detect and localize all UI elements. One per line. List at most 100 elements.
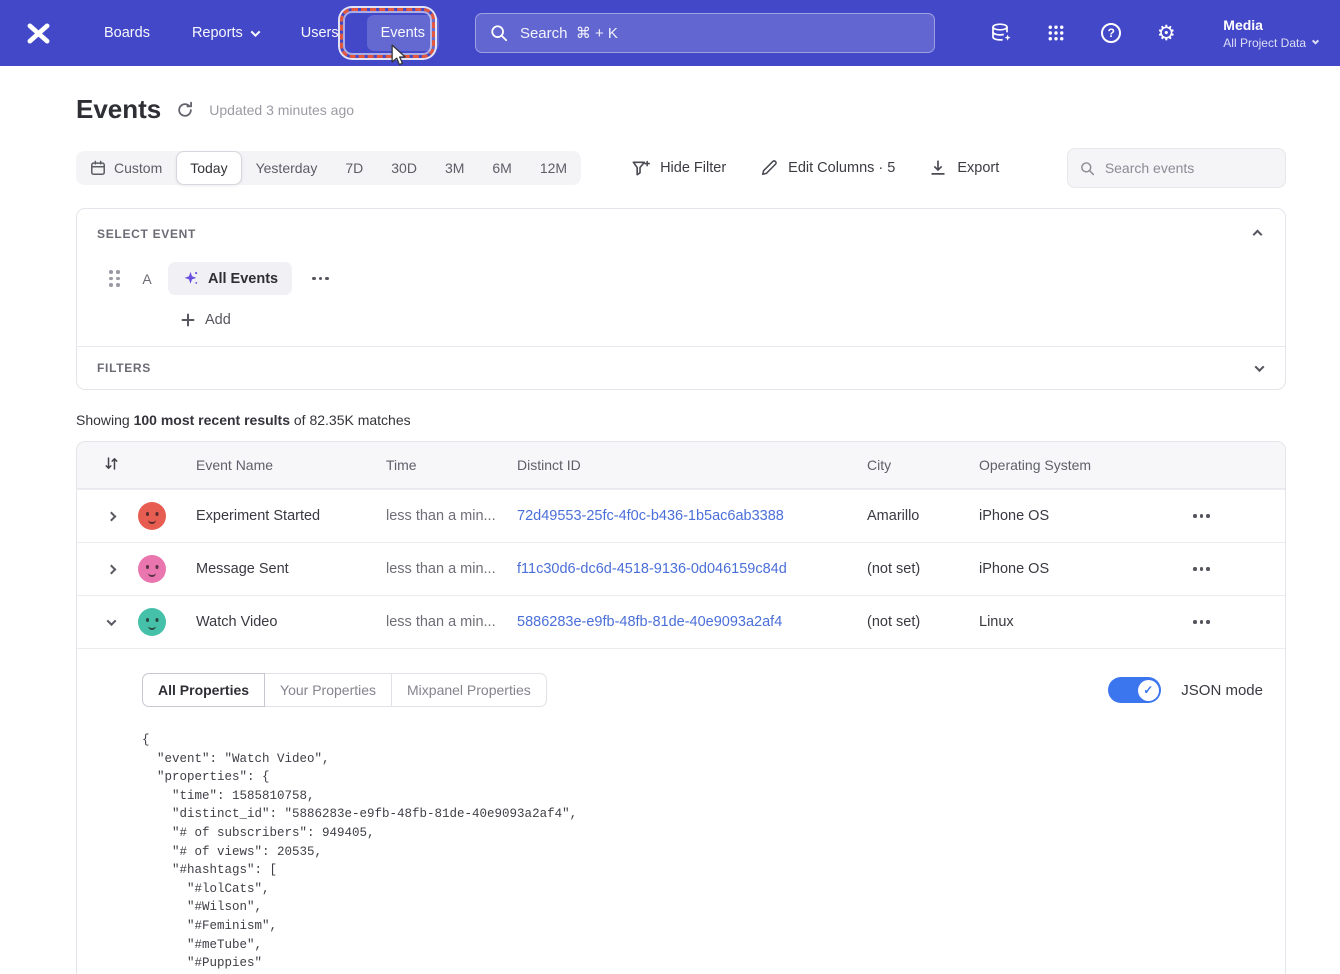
event-name-cell: Experiment Started — [196, 508, 386, 524]
mixpanel-logo[interactable] — [24, 21, 52, 45]
date-range-today[interactable]: Today — [176, 151, 241, 185]
apps-grid-icon[interactable] — [1044, 21, 1068, 45]
column-header-event-name[interactable]: Event Name — [196, 457, 386, 473]
chevron-right-icon — [106, 564, 116, 574]
json-mode-toggle[interactable]: ✓ — [1108, 677, 1161, 703]
hide-filter-button[interactable]: Hide Filter — [631, 159, 726, 178]
select-event-label: SELECT EVENT — [97, 227, 196, 241]
table-row[interactable]: Message Sent less than a min... f11c30d6… — [77, 542, 1285, 595]
event-query-row: A All Events — [109, 262, 1265, 295]
toggle-knob-check-icon: ✓ — [1138, 680, 1159, 701]
search-events-input[interactable] — [1105, 160, 1273, 176]
nav-item-users[interactable]: Users — [287, 15, 353, 51]
row-more-button[interactable] — [1179, 508, 1216, 524]
chevron-down-icon — [1312, 38, 1319, 45]
chevron-down-icon — [250, 27, 260, 37]
sort-button[interactable] — [77, 455, 196, 475]
search-icon — [1080, 160, 1095, 177]
add-event-button[interactable]: Add — [181, 312, 231, 328]
expand-row-button[interactable] — [105, 513, 117, 520]
chevron-down-icon — [1255, 362, 1265, 372]
collapse-row-button[interactable] — [105, 619, 117, 626]
os-cell: Linux — [979, 614, 1179, 630]
refresh-button[interactable] — [176, 101, 194, 119]
date-range-30d[interactable]: 30D — [377, 151, 431, 185]
edit-columns-button[interactable]: Edit Columns · 5 — [760, 159, 895, 177]
global-search[interactable] — [475, 13, 935, 53]
query-row-letter: A — [140, 271, 154, 287]
avatar — [138, 502, 166, 530]
date-range-custom[interactable]: Custom — [76, 151, 176, 185]
project-switcher[interactable]: Media All Project Data — [1223, 17, 1318, 50]
filters-section-toggle[interactable]: FILTERS — [77, 346, 1285, 389]
top-navbar: Boards Reports Users Events — [0, 0, 1340, 66]
filters-label: FILTERS — [97, 361, 151, 375]
distinct-id-link[interactable]: 72d49553-25fc-4f0c-b436-1b5ac6ab3388 — [517, 508, 867, 524]
chevron-right-icon — [106, 511, 116, 521]
column-header-city[interactable]: City — [867, 457, 979, 473]
time-cell: less than a min... — [386, 614, 517, 630]
date-range-selector: Custom Today Yesterday 7D 30D 3M 6M 12M — [76, 151, 581, 185]
row-more-button[interactable] — [1179, 614, 1216, 630]
distinct-id-link[interactable]: 5886283e-e9fb-48fb-81de-40e9093a2af4 — [517, 614, 867, 630]
data-management-icon[interactable] — [989, 21, 1013, 45]
search-icon — [490, 24, 508, 42]
date-range-6m[interactable]: 6M — [478, 151, 525, 185]
json-mode-label: JSON mode — [1181, 682, 1263, 699]
drag-handle[interactable] — [109, 270, 120, 287]
main-content: Events Updated 3 minutes ago Custom Toda… — [76, 94, 1286, 974]
column-header-distinct-id[interactable]: Distinct ID — [517, 457, 867, 473]
distinct-id-link[interactable]: f11c30d6-dc6d-4518-9136-0d046159c84d — [517, 561, 867, 577]
date-range-12m[interactable]: 12M — [526, 151, 581, 185]
os-cell: iPhone OS — [979, 561, 1179, 577]
column-header-os[interactable]: Operating System — [979, 457, 1179, 473]
results-summary: Showing 100 most recent results of 82.35… — [76, 412, 1286, 428]
all-events-icon — [182, 270, 199, 287]
calendar-icon — [90, 160, 106, 176]
table-header-row: Event Name Time Distinct ID City Operati… — [77, 442, 1285, 489]
search-events-box[interactable] — [1067, 148, 1286, 188]
chevron-up-icon — [1253, 230, 1263, 240]
date-range-3m[interactable]: 3M — [431, 151, 478, 185]
table-row-expanded[interactable]: Watch Video less than a min... 5886283e-… — [77, 595, 1285, 648]
avatar — [138, 608, 166, 636]
os-cell: iPhone OS — [979, 508, 1179, 524]
global-search-input[interactable] — [520, 25, 920, 42]
nav-item-reports[interactable]: Reports — [178, 15, 273, 51]
page-title: Events — [76, 94, 161, 125]
export-button[interactable]: Export — [929, 159, 999, 177]
date-range-yesterday[interactable]: Yesterday — [242, 151, 332, 185]
tab-your-properties[interactable]: Your Properties — [264, 673, 392, 707]
last-updated-text: Updated 3 minutes ago — [209, 102, 354, 118]
download-icon — [929, 159, 947, 177]
sort-icon — [103, 455, 120, 472]
city-cell: (not set) — [867, 614, 979, 630]
date-range-7d[interactable]: 7D — [331, 151, 377, 185]
event-json-view: { "event": "Watch Video", "properties": … — [142, 731, 1263, 974]
project-name: Media — [1223, 17, 1318, 33]
nav-item-events[interactable]: Events — [367, 15, 439, 51]
query-builder-card: SELECT EVENT A All Events — [76, 208, 1286, 390]
event-row-more-button[interactable] — [306, 271, 335, 287]
column-header-time[interactable]: Time — [386, 457, 517, 473]
event-selector-pill[interactable]: All Events — [168, 262, 292, 295]
time-cell: less than a min... — [386, 561, 517, 577]
event-name-cell: Message Sent — [196, 561, 386, 577]
collapse-section-button[interactable] — [1250, 223, 1265, 245]
expand-row-button[interactable] — [105, 566, 117, 573]
tab-mixpanel-properties[interactable]: Mixpanel Properties — [391, 673, 547, 707]
table-row[interactable]: Experiment Started less than a min... 72… — [77, 489, 1285, 542]
nav-item-boards[interactable]: Boards — [90, 15, 164, 51]
filter-icon — [631, 159, 650, 178]
help-icon[interactable]: ? — [1099, 21, 1123, 45]
project-subtitle: All Project Data — [1223, 36, 1306, 50]
mixpanel-logo-icon — [26, 23, 51, 44]
row-more-button[interactable] — [1179, 561, 1216, 577]
settings-gear-icon[interactable]: ⚙ — [1154, 21, 1178, 45]
row-detail-panel: All Properties Your Properties Mixpanel … — [77, 648, 1285, 974]
primary-nav: Boards Reports Users Events — [90, 15, 439, 51]
pencil-icon — [760, 159, 778, 177]
plus-icon — [181, 313, 195, 327]
refresh-icon — [176, 101, 194, 119]
tab-all-properties[interactable]: All Properties — [142, 673, 265, 707]
